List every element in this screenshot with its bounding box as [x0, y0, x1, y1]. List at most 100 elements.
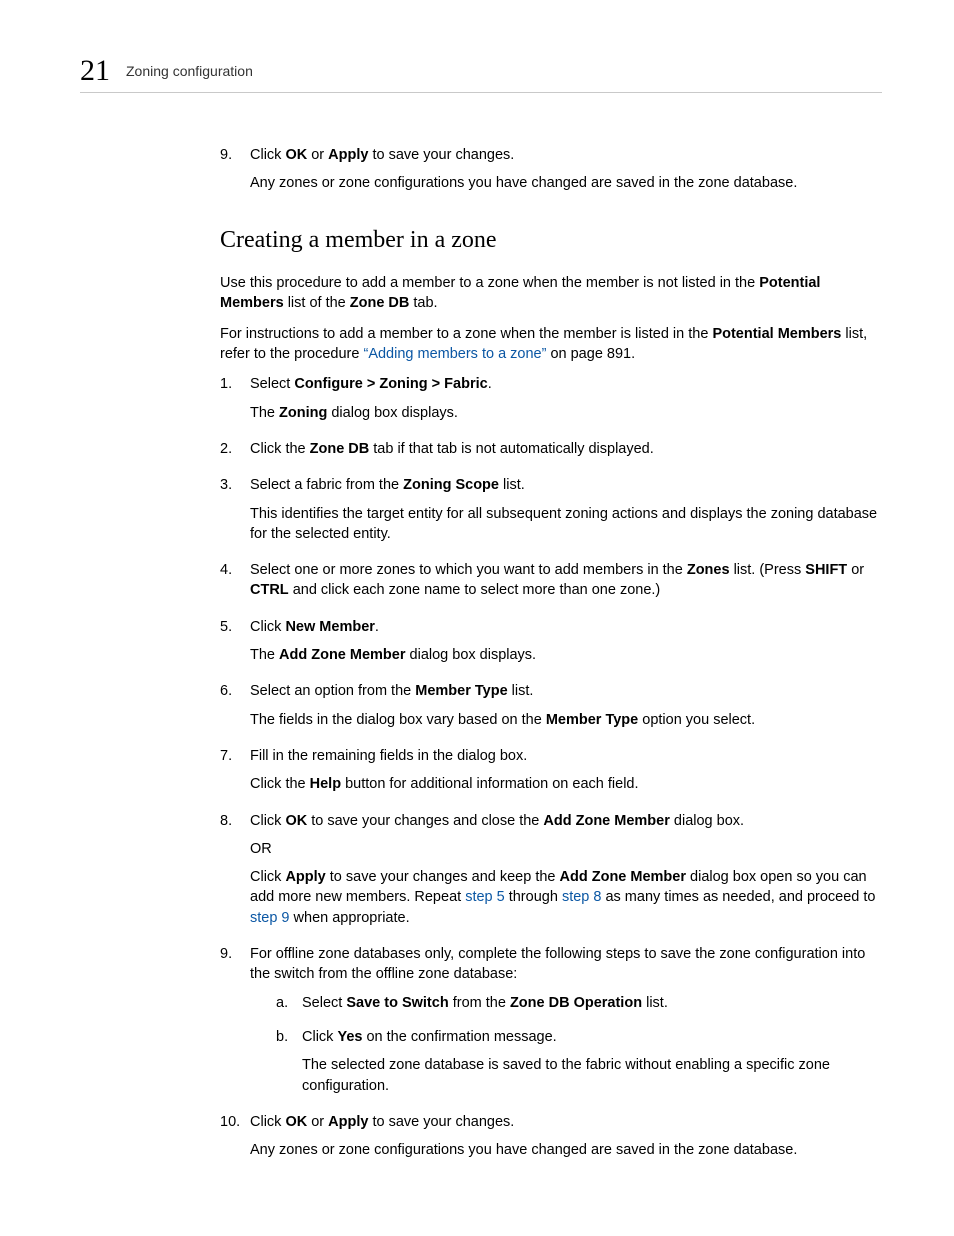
- step-paragraph: Click OK to save your changes and close …: [250, 811, 882, 831]
- text-run: Potential Members: [712, 326, 841, 342]
- step-paragraph: For offline zone databases only, complet…: [250, 944, 882, 985]
- text-run: The selected zone database is saved to t…: [302, 1057, 830, 1093]
- text-run: Click: [250, 813, 285, 829]
- text-run: to save your changes and close the: [307, 813, 543, 829]
- sub-step-item: a.Select Save to Switch from the Zone DB…: [276, 993, 882, 1013]
- step-paragraph: Select Configure > Zoning > Fabric.: [250, 374, 882, 394]
- text-run: This identifies the target entity for al…: [250, 506, 877, 542]
- step-paragraph: Select a fabric from the Zoning Scope li…: [250, 475, 882, 495]
- text-run: Zoning: [279, 405, 327, 421]
- list-marker: 9.: [220, 944, 246, 964]
- text-run: SHIFT: [805, 562, 847, 578]
- text-run: Click the: [250, 441, 310, 457]
- list-marker: 10.: [220, 1112, 246, 1132]
- pre-step-list: 9.Click OK or Apply to save your changes…: [220, 145, 882, 194]
- step-item: 8.Click OK to save your changes and clos…: [220, 811, 882, 928]
- list-marker: 8.: [220, 811, 246, 831]
- sub-step-paragraph: Click Yes on the confirmation message.: [302, 1027, 882, 1047]
- running-header: 21 Zoning configuration: [80, 56, 882, 93]
- text-run: Member Type: [415, 683, 507, 699]
- step-paragraph: Click the Zone DB tab if that tab is not…: [250, 439, 882, 459]
- step-item: 10.Click OK or Apply to save your change…: [220, 1112, 882, 1161]
- text-run: list.: [642, 995, 668, 1011]
- text-run: Any zones or zone configurations you hav…: [250, 175, 797, 191]
- sub-step-list: a.Select Save to Switch from the Zone DB…: [276, 993, 882, 1096]
- chapter-title: Zoning configuration: [126, 62, 253, 86]
- list-marker: a.: [276, 993, 288, 1013]
- cross-ref-link[interactable]: step 5: [465, 889, 505, 905]
- cross-ref-link[interactable]: “Adding members to a zone”: [363, 346, 546, 362]
- list-marker: 9.: [220, 145, 246, 165]
- text-run: OK: [285, 813, 307, 829]
- step-paragraph: Click OK or Apply to save your changes.: [250, 1112, 882, 1132]
- pre-step-item: 9.Click OK or Apply to save your changes…: [220, 145, 882, 194]
- text-run: list.: [499, 477, 525, 493]
- step-item: 1.Select Configure > Zoning > Fabric.The…: [220, 374, 882, 423]
- step-paragraph: Select one or more zones to which you wa…: [250, 560, 882, 601]
- text-run: .: [375, 619, 379, 635]
- text-run: or: [847, 562, 864, 578]
- text-run: to save your changes.: [368, 1114, 514, 1130]
- text-run: Zone DB: [350, 295, 410, 311]
- text-run: Apply: [285, 869, 325, 885]
- list-marker: 6.: [220, 681, 246, 701]
- text-run: Help: [310, 776, 341, 792]
- text-run: to save your changes.: [368, 147, 514, 163]
- text-run: button for additional information on eac…: [341, 776, 638, 792]
- list-marker: 4.: [220, 560, 246, 580]
- step-paragraph: Click the Help button for additional inf…: [250, 774, 882, 794]
- step-paragraph: Fill in the remaining fields in the dial…: [250, 746, 882, 766]
- doc-page: 21 Zoning configuration 9. Click OK or Ap…: [0, 0, 954, 1236]
- step-paragraph: Any zones or zone configurations you hav…: [250, 173, 882, 193]
- text-run: on page 891.: [546, 346, 635, 362]
- text-run: through: [505, 889, 562, 905]
- step-paragraph: Click New Member.: [250, 617, 882, 637]
- text-run: Select an option from the: [250, 683, 415, 699]
- text-run: or: [307, 147, 328, 163]
- text-run: Any zones or zone configurations you hav…: [250, 1142, 797, 1158]
- text-run: Click: [250, 869, 285, 885]
- step-paragraph: The Zoning dialog box displays.: [250, 403, 882, 423]
- text-run: Zone DB: [310, 441, 370, 457]
- text-run: as many times as needed, and proceed to: [601, 889, 875, 905]
- list-marker: b.: [276, 1027, 288, 1047]
- cross-ref-link[interactable]: step 9: [250, 910, 290, 926]
- page-content: 9. Click OK or Apply to save your changes…: [80, 145, 882, 1160]
- cross-ref-link[interactable]: step 8: [562, 889, 602, 905]
- text-run: Configure > Zoning > Fabric: [294, 376, 487, 392]
- text-run: OR: [250, 841, 272, 857]
- step-item: 2.Click the Zone DB tab if that tab is n…: [220, 439, 882, 459]
- text-run: Click the: [250, 776, 310, 792]
- text-run: Apply: [328, 147, 368, 163]
- text-run: Fill in the remaining fields in the dial…: [250, 748, 527, 764]
- text-run: OK: [285, 1114, 307, 1130]
- text-run: Member Type: [546, 712, 638, 728]
- text-run: Select one or more zones to which you wa…: [250, 562, 687, 578]
- text-run: Add Zone Member: [560, 869, 686, 885]
- sub-step-item: b. Click Yes on the confirmation message.…: [276, 1027, 882, 1096]
- chapter-number: 21: [80, 56, 110, 86]
- text-run: Zone DB Operation: [510, 995, 642, 1011]
- text-run: to save your changes and keep the: [326, 869, 560, 885]
- text-run: Select: [250, 376, 294, 392]
- text-run: tab if that tab is not automatically dis…: [369, 441, 654, 457]
- list-marker: 3.: [220, 475, 246, 495]
- step-list: 1.Select Configure > Zoning > Fabric.The…: [220, 374, 882, 1160]
- list-marker: 5.: [220, 617, 246, 637]
- step-paragraph: This identifies the target entity for al…: [250, 504, 882, 545]
- text-run: dialog box.: [670, 813, 744, 829]
- intro-paragraph: For instructions to add a member to a zo…: [220, 324, 882, 365]
- text-run: For instructions to add a member to a zo…: [220, 326, 712, 342]
- text-run: The: [250, 405, 279, 421]
- text-run: Yes: [337, 1029, 362, 1045]
- text-run: For offline zone databases only, complet…: [250, 946, 865, 982]
- text-run: option you select.: [638, 712, 755, 728]
- step-paragraph: The Add Zone Member dialog box displays.: [250, 645, 882, 665]
- text-run: when appropriate.: [290, 910, 410, 926]
- step-paragraph: Any zones or zone configurations you hav…: [250, 1140, 882, 1160]
- text-run: The fields in the dialog box vary based …: [250, 712, 546, 728]
- text-run: The: [250, 647, 279, 663]
- text-run: Use this procedure to add a member to a …: [220, 275, 759, 291]
- text-run: Click: [250, 1114, 285, 1130]
- text-run: .: [488, 376, 492, 392]
